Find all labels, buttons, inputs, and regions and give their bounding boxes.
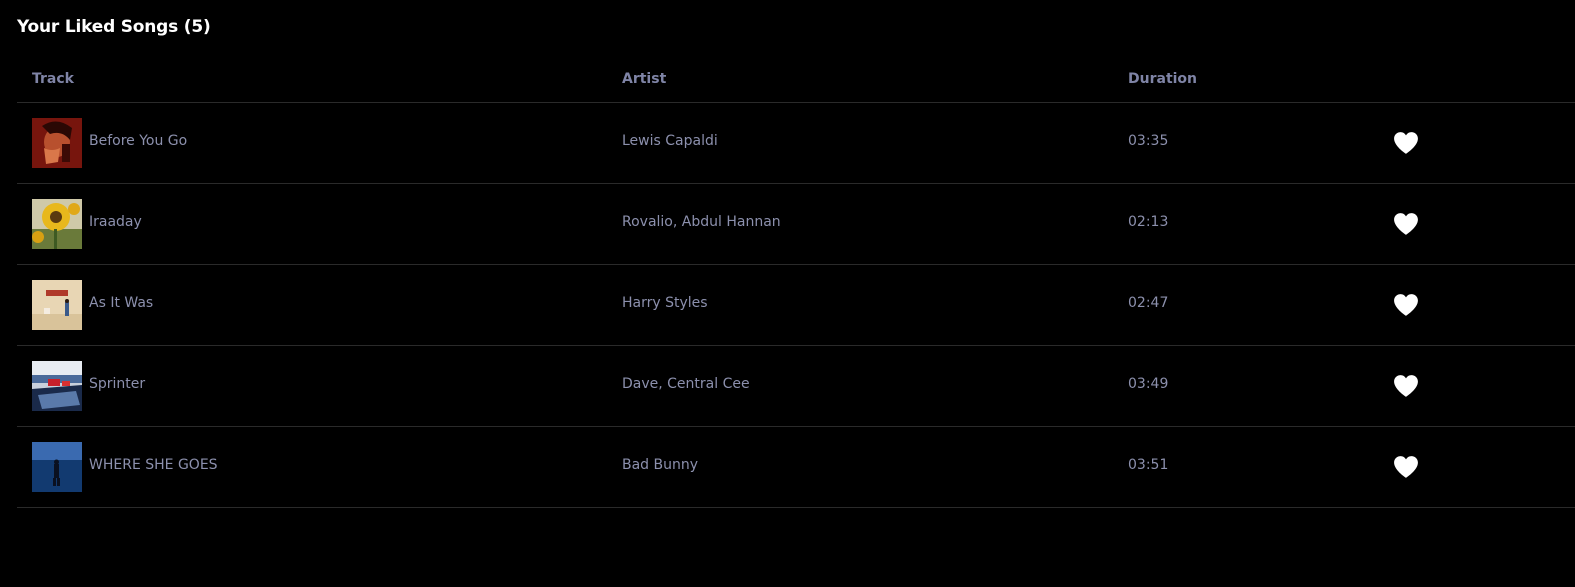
track-title[interactable]: Sprinter — [89, 376, 145, 392]
album-art-blue-figure — [32, 442, 82, 492]
column-header-duration[interactable]: Duration — [1128, 71, 1197, 87]
track-duration: 02:47 — [1128, 295, 1169, 311]
track-title[interactable]: WHERE SHE GOES — [89, 457, 218, 473]
track-artist[interactable]: Dave, Central Cee — [622, 376, 750, 392]
track-duration: 03:51 — [1128, 457, 1169, 473]
heart-icon[interactable] — [1393, 131, 1419, 155]
heart-icon[interactable] — [1393, 455, 1419, 479]
liked-songs-table: Track Artist Duration Before You Go Lewi… — [17, 58, 1575, 508]
track-artist[interactable]: Rovalio, Abdul Hannan — [622, 214, 781, 230]
album-art-red-portrait — [32, 118, 82, 168]
track-duration: 03:35 — [1128, 133, 1169, 149]
track-artist[interactable]: Lewis Capaldi — [622, 133, 718, 149]
column-header-track[interactable]: Track — [32, 71, 74, 87]
album-art-sunflower — [32, 199, 82, 249]
table-row[interactable]: Sprinter Dave, Central Cee 03:49 — [17, 346, 1575, 427]
track-title[interactable]: Before You Go — [89, 133, 187, 149]
heart-icon[interactable] — [1393, 212, 1419, 236]
table-row[interactable]: Before You Go Lewis Capaldi 03:35 — [17, 103, 1575, 184]
table-header: Track Artist Duration — [17, 58, 1575, 103]
track-duration: 02:13 — [1128, 214, 1169, 230]
heart-icon[interactable] — [1393, 374, 1419, 398]
track-duration: 03:49 — [1128, 376, 1169, 392]
table-row[interactable]: WHERE SHE GOES Bad Bunny 03:51 — [17, 427, 1575, 508]
track-artist[interactable]: Harry Styles — [622, 295, 708, 311]
album-art-room — [32, 280, 82, 330]
track-title[interactable]: As It Was — [89, 295, 153, 311]
heart-icon[interactable] — [1393, 293, 1419, 317]
column-header-artist[interactable]: Artist — [622, 71, 666, 87]
table-row[interactable]: As It Was Harry Styles 02:47 — [17, 265, 1575, 346]
table-row[interactable]: Iraaday Rovalio, Abdul Hannan 02:13 — [17, 184, 1575, 265]
track-artist[interactable]: Bad Bunny — [622, 457, 698, 473]
page-title: Your Liked Songs (5) — [17, 17, 211, 37]
track-title[interactable]: Iraaday — [89, 214, 142, 230]
album-art-pool — [32, 361, 82, 411]
